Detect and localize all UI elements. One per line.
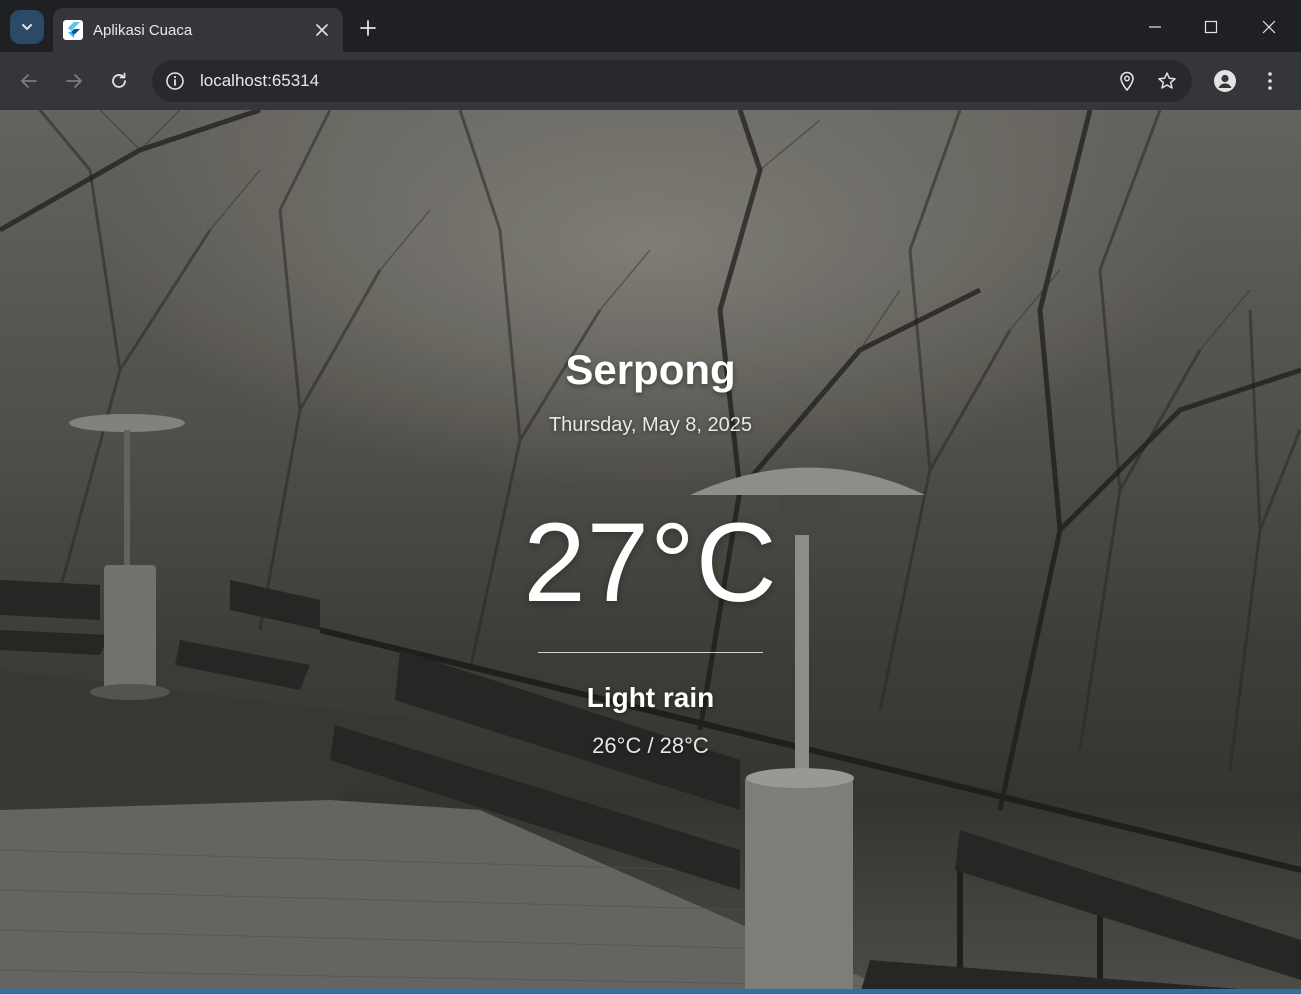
maximize-button[interactable] xyxy=(1194,10,1228,44)
browser-toolbar: localhost:65314 xyxy=(0,52,1301,110)
reload-button[interactable] xyxy=(102,64,136,98)
info-icon xyxy=(166,72,184,90)
close-icon xyxy=(316,24,328,36)
weather-condition: Light rain xyxy=(586,682,715,713)
address-url[interactable]: localhost:65314 xyxy=(200,71,1100,91)
person-icon xyxy=(1214,70,1236,92)
city-name: Serpong xyxy=(565,346,736,393)
divider xyxy=(538,652,763,653)
back-button[interactable] xyxy=(12,64,46,98)
chevron-down-icon xyxy=(22,24,32,30)
browser-tab[interactable]: Aplikasi Cuaca xyxy=(53,8,343,52)
tab-title: Aplikasi Cuaca xyxy=(93,21,193,39)
tab-strip: Aplikasi Cuaca xyxy=(0,0,1301,52)
tab-search-button[interactable] xyxy=(10,10,44,44)
reload-icon xyxy=(112,72,126,88)
location-button[interactable] xyxy=(1114,68,1140,94)
maximize-icon xyxy=(1204,20,1218,34)
arrow-left-icon xyxy=(21,74,37,88)
current-date: Thursday, May 8, 2025 xyxy=(548,414,753,436)
weather-card: Serpong Thursday, May 8, 2025 27°C Light… xyxy=(0,110,1301,994)
more-vert-icon xyxy=(1268,72,1272,90)
tab-close-button[interactable] xyxy=(311,19,333,41)
minimize-icon xyxy=(1149,26,1161,28)
close-window-button[interactable] xyxy=(1252,10,1286,44)
profile-button[interactable] xyxy=(1208,64,1242,98)
browser-menu-button[interactable] xyxy=(1253,64,1287,98)
address-bar[interactable]: localhost:65314 xyxy=(152,60,1192,102)
minimize-button[interactable] xyxy=(1138,10,1172,44)
new-tab-button[interactable] xyxy=(354,14,382,42)
star-icon xyxy=(1158,72,1176,89)
close-icon xyxy=(1262,20,1276,34)
arrow-right-icon xyxy=(66,74,82,88)
temperature-range: 26°C / 28°C xyxy=(592,733,709,758)
forward-button[interactable] xyxy=(57,64,91,98)
bookmark-button[interactable] xyxy=(1154,68,1180,94)
current-temperature: 27°C xyxy=(523,500,778,625)
plus-icon xyxy=(360,20,376,36)
flutter-logo-icon xyxy=(63,20,83,40)
weather-app-page: Serpong Thursday, May 8, 2025 27°C Light… xyxy=(0,110,1301,994)
location-pin-icon xyxy=(1120,71,1134,91)
taskbar-edge xyxy=(0,989,1301,994)
site-info-button[interactable] xyxy=(164,70,186,92)
